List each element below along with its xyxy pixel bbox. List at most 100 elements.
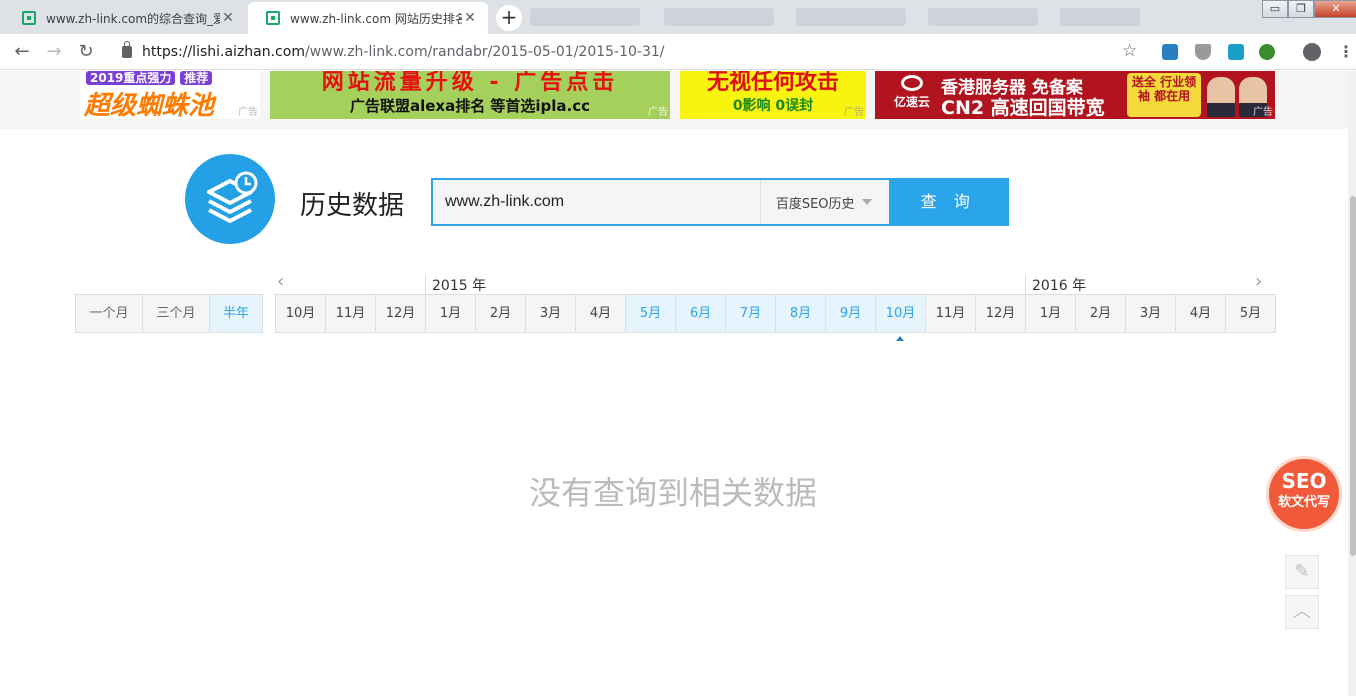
ad-label: 广告 [844, 107, 864, 118]
browser-tab-1[interactable]: www.zh-link.com的综合查询_爱站 ✕ [4, 2, 246, 34]
range-button[interactable]: 半年 [210, 295, 262, 332]
ad-banner-spider-pool[interactable]: 2019重点强力 推荐 超级蜘蛛池 广告 [80, 71, 260, 119]
tab-title: www.zh-link.com的综合查询_爱站 [46, 11, 220, 26]
prev-period-chevron-icon[interactable]: ‹ [277, 271, 284, 292]
ad-line: 广告联盟alexa排名 等首选ipla.cc [349, 97, 591, 115]
ad-badge: 推荐 [180, 71, 213, 85]
close-window-button[interactable]: ✕ [1314, 0, 1356, 18]
address-toolbar: ← → ↻ https://lishi.aizhan.com /www.zh-l… [0, 34, 1356, 70]
month-cell[interactable]: 2月 [1076, 295, 1126, 332]
range-button[interactable]: 一个月 [76, 295, 143, 332]
query-button[interactable]: 查 询 [889, 179, 1007, 225]
ad-line: CN2 高速回国带宽 [941, 97, 1105, 119]
lock-icon [122, 41, 132, 58]
ad-logo-text: 亿速云 [893, 95, 930, 109]
background-tab[interactable] [1060, 8, 1140, 26]
month-cell[interactable]: 4月 [576, 295, 626, 332]
ad-label: 广告 [648, 107, 668, 118]
tab-title: www.zh-link.com 网站历史排名 [290, 11, 462, 26]
chevron-up-icon[interactable]: ︿ [1285, 595, 1319, 629]
badge-line: 软文代写 [1277, 495, 1330, 510]
ad-headline: 超级蜘蛛池 [84, 91, 215, 119]
browser-tab-2[interactable]: www.zh-link.com 网站历史排名 ✕ [248, 2, 488, 34]
yisu-logo: 亿速云 [885, 75, 939, 110]
page-title: 历史数据 [300, 191, 405, 221]
ad-badge: 送全 行业领袖 都在用 [1127, 73, 1201, 117]
download-icon[interactable] [1195, 44, 1211, 60]
browser-tab-strip: www.zh-link.com的综合查询_爱站 ✕ www.zh-link.co… [0, 0, 1356, 34]
history-data-logo [185, 154, 275, 244]
search-form: 百度SEO历史 查 询 [431, 178, 1009, 226]
empty-state-message: 没有查询到相关数据 [528, 474, 817, 512]
month-cell[interactable]: 3月 [1126, 295, 1176, 332]
month-cell[interactable]: 11月 [326, 295, 376, 332]
ad-headline: 无视任何攻击 [706, 71, 839, 95]
month-cell[interactable]: 12月 [376, 295, 426, 332]
ad-line: 2019重点强力 [86, 71, 176, 85]
range-button[interactable]: 三个月 [143, 295, 210, 332]
next-period-chevron-icon[interactable]: › [1255, 271, 1262, 292]
history-type-select[interactable]: 百度SEO历史 [759, 180, 890, 224]
ad-banner-anti-attack[interactable]: 无视任何攻击 0影响 0误封 广告 [680, 71, 866, 119]
ad-label: 广告 [1253, 107, 1273, 118]
ad-label: 广告 [238, 107, 258, 118]
url-host: https://lishi.aizhan.com [142, 44, 305, 60]
month-cell[interactable]: 11月 [926, 295, 976, 332]
selected-month-pointer [896, 336, 904, 341]
background-tab[interactable] [530, 8, 640, 26]
background-tab[interactable] [928, 8, 1038, 26]
dropdown-caret-icon [861, 199, 872, 205]
month-cell[interactable]: 5月 [626, 295, 676, 332]
domain-search-input[interactable] [433, 180, 760, 224]
forward-arrow-icon[interactable]: → [44, 42, 64, 62]
reload-icon[interactable]: ↻ [76, 42, 96, 62]
range-selector: 一个月 三个月 半年 [75, 294, 263, 333]
month-cell[interactable]: 6月 [676, 295, 726, 332]
close-tab-icon[interactable]: ✕ [220, 10, 236, 26]
background-tab[interactable] [664, 8, 774, 26]
month-cell[interactable]: 1月 [1026, 295, 1076, 332]
month-cell[interactable]: 12月 [976, 295, 1026, 332]
ad-headline: 网站流量升级 - 广告点击 [321, 71, 619, 95]
seo-writing-float-badge[interactable]: SEO 软文代写 [1266, 456, 1342, 532]
ad-strip: 2019重点强力 推荐 超级蜘蛛池 广告 网站流量升级 - 广告点击 广告联盟a… [0, 71, 1356, 129]
layers-clock-icon [207, 171, 258, 223]
month-cell[interactable]: 2月 [476, 295, 526, 332]
site-favicon-icon [22, 11, 36, 25]
bookmark-star-icon[interactable]: ☆ [1122, 41, 1137, 61]
year-label-2015: 2015 年 [425, 275, 486, 295]
month-selector: 10月 11月 12月 1月 2月 3月 4月 5月 6月 7月 8月 9月 10月 11月 12月 1月 2月… [275, 294, 1276, 333]
profile-avatar-icon[interactable] [1303, 43, 1321, 61]
pencil-icon[interactable]: ✎ [1285, 555, 1319, 589]
close-tab-icon[interactable]: ✕ [462, 10, 478, 26]
menu-kebab-icon[interactable]: ⋮ [1338, 42, 1354, 61]
extension-icon[interactable] [1162, 44, 1178, 60]
month-cell[interactable]: 1月 [426, 295, 476, 332]
month-cell[interactable]: 5月 [1226, 295, 1276, 332]
translate-icon[interactable] [1228, 44, 1244, 60]
restore-window-button[interactable]: ❐ [1288, 0, 1314, 18]
month-cell[interactable]: 10月 [276, 295, 326, 332]
month-cell[interactable]: 10月 [876, 295, 926, 332]
cloud-logo-icon [901, 75, 923, 91]
select-value: 百度SEO历史 [775, 196, 855, 212]
site-favicon-icon [266, 11, 280, 25]
month-cell[interactable]: 9月 [826, 295, 876, 332]
url-field[interactable]: https://lishi.aizhan.com /www.zh-link.co… [108, 37, 1148, 67]
back-arrow-icon[interactable]: ← [12, 42, 32, 62]
minimize-window-button[interactable]: ▭ [1262, 0, 1288, 18]
scrollbar-thumb[interactable] [1350, 196, 1356, 556]
new-tab-button[interactable]: + [496, 5, 522, 31]
month-cell[interactable]: 3月 [526, 295, 576, 332]
background-tab[interactable] [796, 8, 906, 26]
ad-banner-traffic[interactable]: 网站流量升级 - 广告点击 广告联盟alexa排名 等首选ipla.cc 广告 [270, 71, 670, 119]
year-header: ‹ 2015 年 2016 年 › [275, 271, 1275, 295]
month-cell[interactable]: 4月 [1176, 295, 1226, 332]
ad-banner-yisu-cloud[interactable]: 亿速云 香港服务器 免备案 CN2 高速回国带宽 送全 行业领袖 都在用 广告 [875, 71, 1275, 119]
ad-line: 0影响 0误封 [732, 98, 814, 114]
month-cell[interactable]: 8月 [776, 295, 826, 332]
extension-globe-icon[interactable] [1259, 44, 1275, 60]
badge-line: SEO [1281, 469, 1327, 493]
url-path: /www.zh-link.com/randabr/2015-05-01/2015… [304, 44, 665, 60]
month-cell[interactable]: 7月 [726, 295, 776, 332]
